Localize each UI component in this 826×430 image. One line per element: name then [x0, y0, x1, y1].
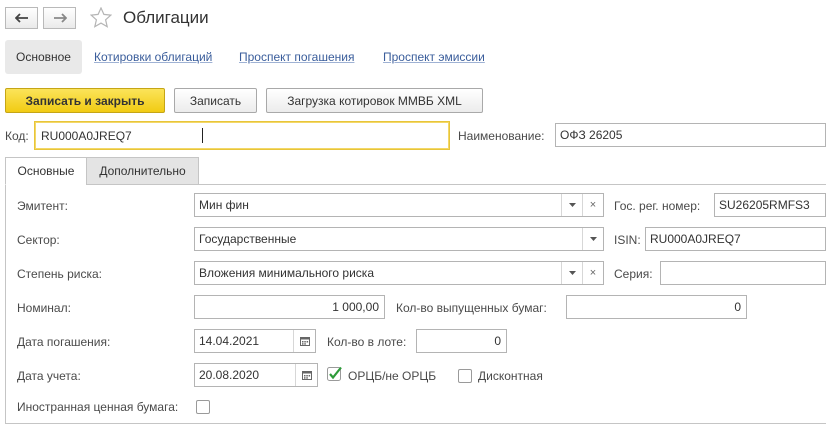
chevron-down-icon — [568, 203, 576, 207]
calendar-icon — [299, 337, 310, 346]
text-cursor — [202, 128, 203, 143]
tab-panel-left-border — [5, 184, 6, 424]
sector-dropdown-button[interactable] — [582, 228, 603, 250]
series-input[interactable] — [660, 261, 826, 285]
account-date-input[interactable]: 20.08.2020 — [194, 363, 318, 387]
account-calendar-button[interactable] — [295, 364, 317, 386]
code-input[interactable]: RU000A0JREQ7 — [34, 121, 450, 150]
name-input[interactable]: ОФЗ 26205 — [555, 123, 826, 147]
sector-select[interactable]: Государственные — [194, 227, 604, 251]
save-button[interactable]: Записать — [174, 88, 257, 113]
calendar-icon — [301, 371, 312, 380]
issuer-clear-button[interactable]: × — [582, 194, 603, 216]
name-label: Наименование: — [458, 129, 545, 143]
tab-main[interactable]: Основные — [5, 157, 87, 185]
nominal-label: Номинал: — [17, 301, 71, 315]
checkmark-icon — [327, 366, 342, 381]
section-link-redemption[interactable]: Проспект погашения — [239, 50, 354, 64]
tab-panel-bottom-border — [5, 423, 826, 424]
lot-count-label: Кол-во в лоте: — [327, 335, 407, 349]
maturity-date-label: Дата погашения: — [17, 335, 111, 349]
isin-label: ISIN: — [614, 233, 641, 247]
lot-count-input[interactable]: 0 — [416, 329, 507, 353]
sector-label: Сектор: — [17, 233, 60, 247]
save-and-close-button[interactable]: Записать и закрыть — [5, 88, 165, 113]
arrow-left-icon — [14, 13, 28, 23]
window-title: Облигации — [123, 8, 209, 27]
discount-label: Дисконтная — [478, 369, 543, 383]
risk-label: Степень риска: — [17, 267, 102, 281]
issuer-dropdown-button[interactable] — [561, 194, 582, 216]
issuer-label: Эмитент: — [17, 199, 68, 213]
favorite-star-icon[interactable] — [89, 6, 113, 31]
section-link-emission[interactable]: Проспект эмиссии — [383, 50, 485, 64]
risk-clear-button[interactable]: × — [582, 262, 603, 284]
foreign-security-label: Иностранная ценная бумага: — [17, 400, 179, 414]
chevron-down-icon — [589, 237, 597, 241]
close-icon: × — [589, 199, 597, 211]
risk-field[interactable]: Вложения минимального риска × — [194, 261, 604, 285]
orcb-checkbox[interactable] — [327, 366, 343, 382]
issued-count-input[interactable]: 0 — [566, 295, 747, 319]
discount-checkbox[interactable] — [458, 369, 472, 383]
issuer-field[interactable]: Мин фин × — [194, 193, 604, 217]
nominal-input[interactable]: 1 000,00 — [194, 295, 385, 319]
arrow-right-icon — [53, 13, 67, 23]
code-label: Код: — [5, 129, 29, 143]
maturity-date-input[interactable]: 14.04.2021 — [194, 329, 316, 353]
tab-additional[interactable]: Дополнительно — [86, 157, 199, 185]
reg-number-label: Гос. рег. номер: — [614, 199, 701, 213]
back-button[interactable] — [5, 7, 38, 29]
forward-button[interactable] — [43, 7, 76, 29]
risk-dropdown-button[interactable] — [561, 262, 582, 284]
series-label: Серия: — [614, 267, 653, 281]
load-quotes-button[interactable]: Загрузка котировок ММВБ XML — [266, 88, 483, 113]
isin-input[interactable]: RU000A0JREQ7 — [645, 227, 826, 251]
reg-number-input[interactable]: SU26205RMFS3 — [714, 193, 826, 217]
maturity-calendar-button[interactable] — [293, 330, 315, 352]
close-icon: × — [589, 267, 597, 279]
orcb-label: ОРЦБ/не ОРЦБ — [348, 369, 437, 383]
issued-count-label: Кол-во выпущенных бумаг: — [396, 301, 547, 315]
section-main[interactable]: Основное — [5, 40, 82, 74]
chevron-down-icon — [568, 271, 576, 275]
foreign-security-checkbox[interactable] — [196, 400, 210, 414]
section-link-quotes[interactable]: Котировки облигаций — [94, 50, 212, 64]
account-date-label: Дата учета: — [17, 369, 81, 383]
